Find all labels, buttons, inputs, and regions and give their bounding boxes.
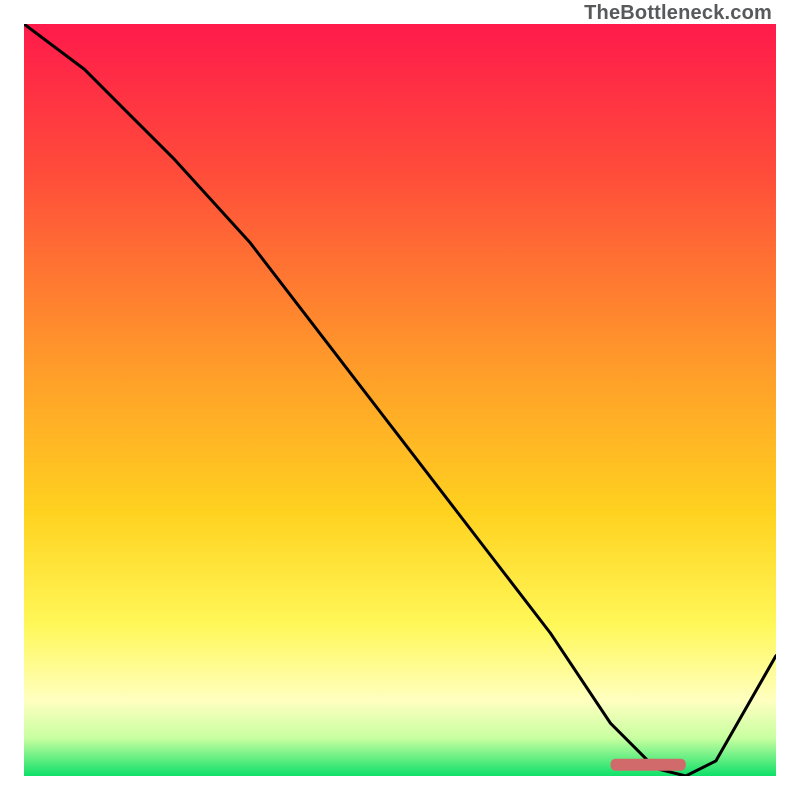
chart-frame	[24, 24, 776, 776]
watermark-text: TheBottleneck.com	[584, 2, 772, 25]
heat-background	[24, 24, 776, 776]
bottleneck-chart	[24, 24, 776, 776]
optimal-marker	[611, 759, 686, 771]
